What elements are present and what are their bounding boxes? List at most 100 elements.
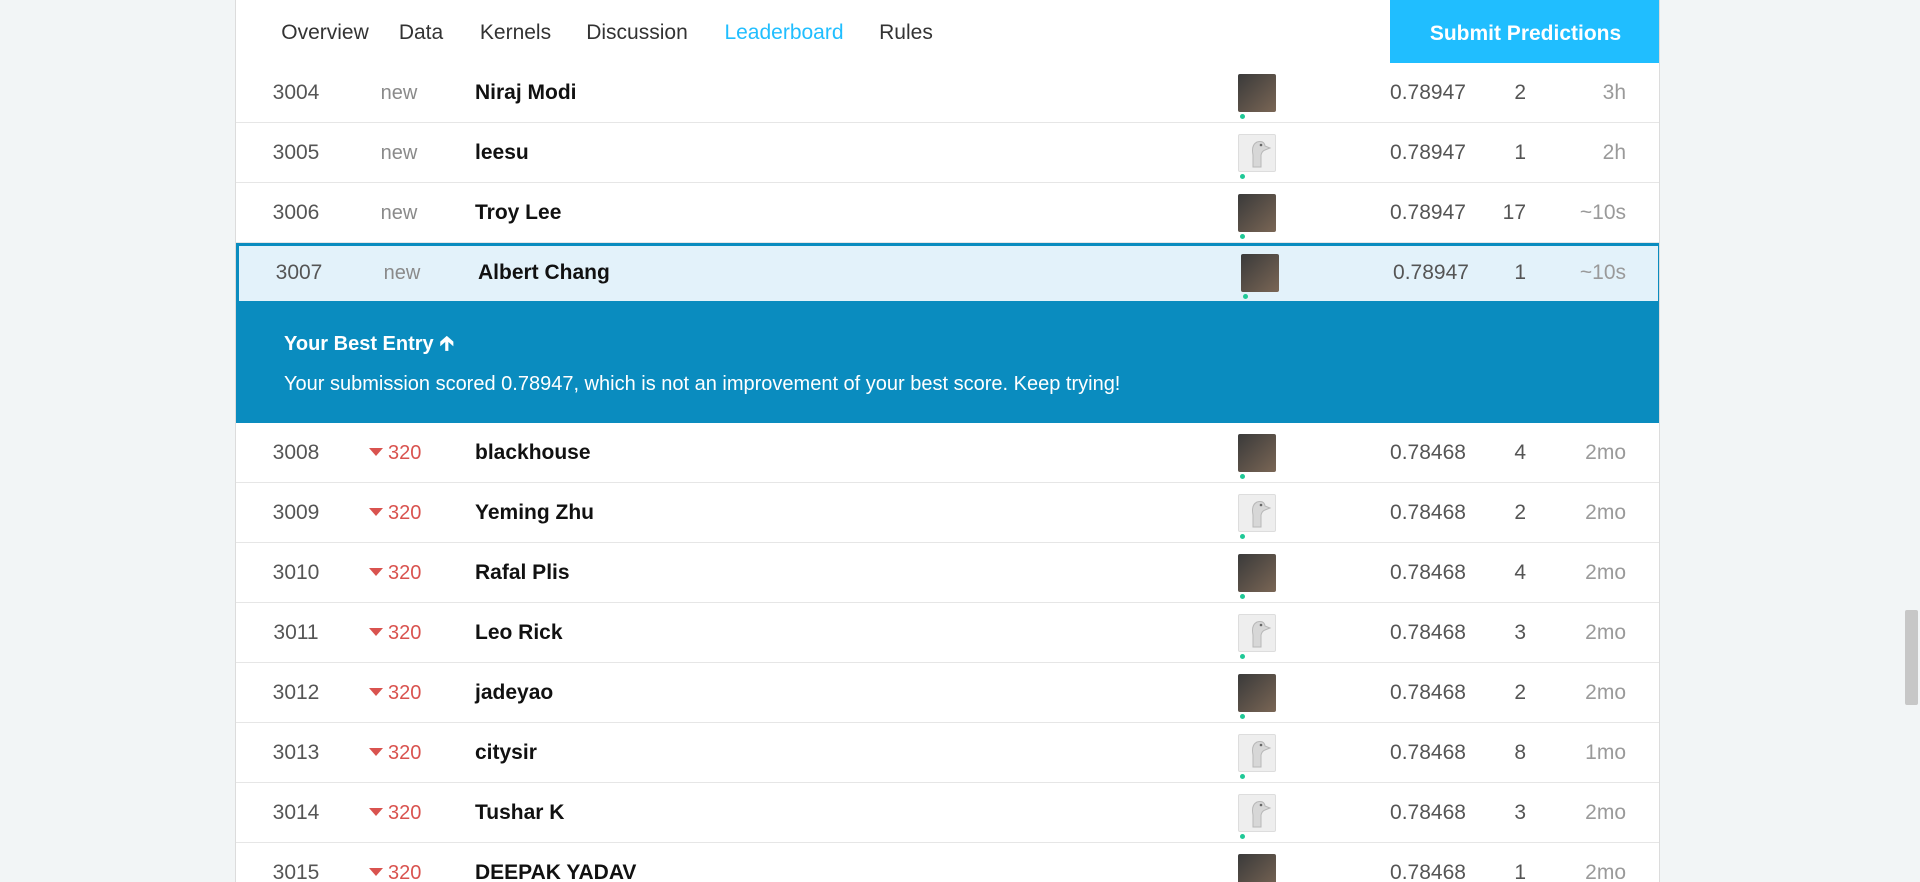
tab-kernels[interactable]: Kernels — [476, 0, 555, 68]
caret-down-icon — [369, 567, 383, 576]
best-entry-banner: Your Best Entry 🡱 Your submission scored … — [236, 303, 1659, 425]
rank-change-value: new — [380, 82, 418, 104]
default-goose-avatar-icon[interactable] — [1238, 794, 1276, 832]
rank-change-value: 320 — [388, 502, 422, 524]
rank-change-cell: 320 — [369, 483, 489, 543]
table-row[interactable]: 3012 320 jadeyao 0.78468 2 2mo — [236, 663, 1659, 723]
table-row[interactable]: 3006 new Troy Lee 0.78947 17 ~10s — [236, 183, 1659, 243]
last-submission-cell: 2h — [1602, 141, 1626, 164]
table-row[interactable]: 3004 new Niraj Modi 0.78947 2 3h — [236, 63, 1659, 123]
table-row[interactable]: 3015 320 DEEPAK YADAV 0.78468 1 2mo — [236, 843, 1659, 882]
team-name-link[interactable]: Leo Rick — [475, 603, 563, 663]
banner-title-text: Your Best Entry — [284, 333, 434, 355]
default-goose-avatar-icon[interactable] — [1238, 734, 1276, 772]
table-row[interactable]: 3010 320 Rafal Plis 0.78468 4 2mo — [236, 543, 1659, 603]
caret-down-icon — [369, 867, 383, 876]
default-goose-avatar-icon[interactable] — [1238, 494, 1276, 532]
entries-cell: 2 — [1514, 501, 1526, 524]
caret-down-icon — [369, 687, 383, 696]
last-submission-cell: 2mo — [1585, 681, 1626, 704]
last-submission-cell: 2mo — [1585, 441, 1626, 464]
team-members-cell — [1238, 663, 1278, 723]
last-submission-cell: 2mo — [1585, 621, 1626, 644]
team-name-link[interactable]: DEEPAK YADAV — [475, 843, 636, 882]
tab-rules[interactable]: Rules — [875, 0, 937, 68]
entries-cell: 4 — [1514, 561, 1526, 584]
team-name-link[interactable]: citysir — [475, 723, 537, 783]
entries-cell: 2 — [1514, 681, 1526, 704]
rank-cell: 3014 — [272, 801, 320, 824]
team-name-link[interactable]: Albert Chang — [478, 243, 610, 303]
user-avatar[interactable] — [1241, 254, 1279, 292]
user-avatar[interactable] — [1238, 74, 1276, 112]
rank-cell: 3012 — [272, 681, 320, 704]
online-status-dot — [1240, 114, 1245, 119]
rank-change-cell: new — [339, 123, 459, 183]
team-name-link[interactable]: leesu — [475, 123, 529, 183]
arrow-up-icon: 🡱 — [439, 333, 455, 355]
table-row-current-user[interactable]: 3007 new Albert Chang 0.78947 1 ~10s — [236, 243, 1659, 304]
entries-cell: 1 — [1514, 861, 1526, 882]
online-status-dot — [1240, 174, 1245, 179]
rank-change-cell: 320 — [369, 543, 489, 603]
entries-cell: 3 — [1514, 621, 1526, 644]
table-row[interactable]: 3009 320 Yeming Zhu 0.78468 2 2mo — [236, 483, 1659, 543]
team-name-link[interactable]: Troy Lee — [475, 183, 561, 243]
tab-leaderboard[interactable]: Leaderboard — [715, 0, 853, 68]
table-row[interactable]: 3014 320 Tushar K 0.78468 3 2mo — [236, 783, 1659, 843]
rank-change-value: 320 — [388, 802, 422, 824]
team-name-link[interactable]: Tushar K — [475, 783, 564, 843]
online-status-dot — [1240, 474, 1245, 479]
rank-cell: 3011 — [273, 621, 319, 644]
tab-discussion[interactable]: Discussion — [581, 0, 693, 68]
last-submission-cell: ~10s — [1579, 201, 1626, 224]
user-avatar[interactable] — [1238, 674, 1276, 712]
caret-down-icon — [369, 747, 383, 756]
tab-overview[interactable]: Overview — [275, 0, 375, 68]
rank-change-cell: 320 — [369, 663, 489, 723]
table-row[interactable]: 3008 320 blackhouse 0.78468 4 2mo — [236, 423, 1659, 483]
rank-change-value: new — [380, 142, 418, 164]
team-members-cell — [1238, 723, 1278, 783]
user-avatar[interactable] — [1238, 194, 1276, 232]
team-members-cell — [1238, 843, 1278, 882]
rank-change-value: 320 — [388, 562, 422, 584]
rank-cell: 3007 — [275, 261, 323, 284]
scrollbar-thumb[interactable] — [1905, 610, 1918, 705]
team-name-link[interactable]: jadeyao — [475, 663, 553, 723]
rank-change-value: 320 — [388, 742, 422, 764]
submit-predictions-button[interactable]: Submit Predictions — [1390, 0, 1659, 68]
banner-title: Your Best Entry 🡱 — [284, 329, 454, 363]
table-row[interactable]: 3013 320 citysir 0.78468 8 1mo — [236, 723, 1659, 783]
rank-change-cell: new — [339, 183, 459, 243]
table-row[interactable]: 3005 new leesu 0.78947 1 2h — [236, 123, 1659, 183]
team-name-link[interactable]: Rafal Plis — [475, 543, 570, 603]
default-goose-avatar-icon[interactable] — [1238, 134, 1276, 172]
online-status-dot — [1240, 834, 1245, 839]
team-members-cell — [1238, 543, 1278, 603]
last-submission-cell: 2mo — [1585, 501, 1626, 524]
online-status-dot — [1240, 654, 1245, 659]
team-name-link[interactable]: blackhouse — [475, 423, 591, 483]
table-row[interactable]: 3011 320 Leo Rick 0.78468 3 2mo — [236, 603, 1659, 663]
default-goose-avatar-icon[interactable] — [1238, 614, 1276, 652]
team-name-link[interactable]: Yeming Zhu — [475, 483, 594, 543]
caret-down-icon — [369, 507, 383, 516]
page-scrollbar[interactable] — [1903, 0, 1920, 882]
tab-data[interactable]: Data — [396, 0, 446, 68]
entries-cell: 2 — [1514, 81, 1526, 104]
rank-change-cell: 320 — [369, 783, 489, 843]
team-members-cell — [1238, 63, 1278, 123]
rank-change-value: new — [380, 202, 418, 224]
user-avatar[interactable] — [1238, 434, 1276, 472]
caret-down-icon — [369, 807, 383, 816]
team-name-link[interactable]: Niraj Modi — [475, 63, 577, 123]
last-submission-cell: 2mo — [1585, 801, 1626, 824]
online-status-dot — [1240, 234, 1245, 239]
rank-change-value: 320 — [388, 682, 422, 704]
team-members-cell — [1238, 123, 1278, 183]
rank-cell: 3004 — [272, 81, 320, 104]
competition-nav: Overview Data Kernels Discussion Leaderb… — [236, 0, 1659, 70]
user-avatar[interactable] — [1238, 554, 1276, 592]
user-avatar[interactable] — [1238, 854, 1276, 882]
